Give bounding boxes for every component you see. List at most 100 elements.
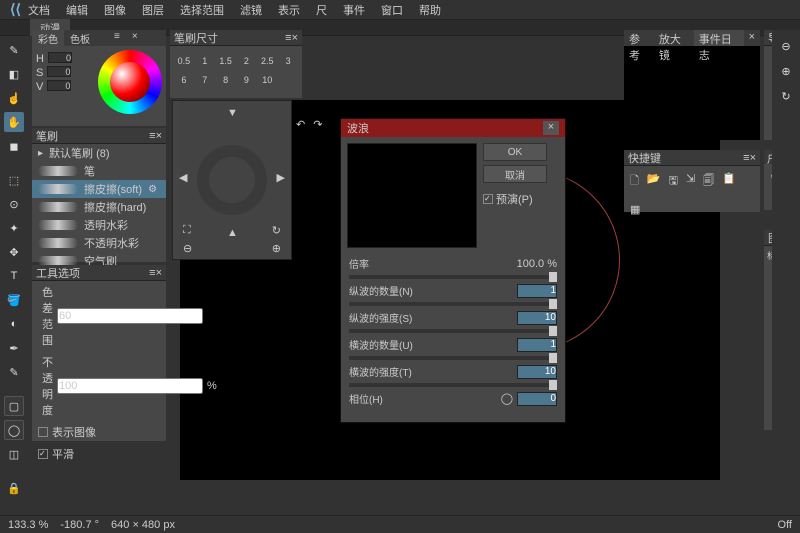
brush-item[interactable]: 笔 bbox=[32, 162, 166, 180]
fuzziness-input[interactable] bbox=[57, 308, 203, 324]
close-icon[interactable]: × bbox=[292, 32, 298, 44]
hand-tool-icon[interactable]: ✋ bbox=[4, 112, 24, 132]
tab-event-log[interactable]: 事件日志 bbox=[694, 30, 744, 46]
menu-help[interactable]: 帮助 bbox=[411, 2, 449, 18]
close-icon[interactable]: × bbox=[543, 121, 559, 135]
fill-tool-icon[interactable]: 🪣 bbox=[4, 290, 24, 310]
event-log-body bbox=[624, 46, 760, 140]
lock-icon[interactable]: 🔒 bbox=[4, 478, 24, 498]
nav-ring[interactable] bbox=[197, 145, 267, 215]
tab-color[interactable]: 彩色 bbox=[32, 30, 64, 46]
phase-dial-icon[interactable]: ◯ bbox=[501, 392, 513, 405]
export-icon[interactable]: ⇲ bbox=[686, 172, 695, 191]
s-label: S bbox=[36, 66, 43, 80]
marquee-tool-icon[interactable]: ⬚ bbox=[4, 170, 24, 190]
vlen-input[interactable] bbox=[517, 311, 557, 325]
smudge-tool-icon[interactable]: ☝ bbox=[4, 88, 24, 108]
nav-up-icon[interactable]: ▼ bbox=[227, 107, 238, 119]
tab-magnifier[interactable]: 放大镜 bbox=[654, 30, 694, 46]
hcount-slider[interactable] bbox=[349, 356, 557, 360]
nav-fit-icon[interactable]: ⛶ bbox=[183, 224, 191, 237]
right-toolbar: ⊖ ⊕ ↻ bbox=[772, 30, 800, 500]
zoom-out-icon[interactable]: ⊖ bbox=[183, 242, 192, 255]
zoom-in-icon[interactable]: ⊕ bbox=[272, 242, 281, 255]
tab-swatches[interactable]: 色板 bbox=[64, 30, 96, 46]
menu-window[interactable]: 窗口 bbox=[373, 2, 411, 18]
undo-icon[interactable]: ↶ bbox=[296, 118, 305, 131]
color-wheel[interactable] bbox=[98, 50, 162, 114]
vcount-input[interactable] bbox=[517, 284, 557, 298]
close-icon[interactable]: × bbox=[744, 30, 760, 46]
lasso-tool-icon[interactable]: ⊙ bbox=[4, 194, 24, 214]
zoom-out-icon[interactable]: ⊖ bbox=[776, 36, 796, 56]
app-logo: ⟨⟨ bbox=[2, 1, 29, 18]
hcount-input[interactable] bbox=[517, 338, 557, 352]
open-file-icon[interactable]: 📂 bbox=[647, 172, 661, 191]
menu-filter[interactable]: 滤镜 bbox=[232, 2, 270, 18]
menu-event[interactable]: 事件 bbox=[335, 2, 373, 18]
brush-preset-header[interactable]: ▸ 默认笔刷 (8) bbox=[32, 144, 166, 162]
fg-bg-swatch[interactable]: ◼ bbox=[4, 136, 24, 156]
phase-input[interactable] bbox=[517, 392, 557, 406]
brush-size-grid[interactable]: 0.511.522.53 678910 bbox=[170, 46, 302, 95]
scale-slider[interactable] bbox=[349, 275, 557, 279]
close-icon[interactable]: × bbox=[156, 130, 162, 142]
brush-item[interactable]: 不透明水彩 bbox=[32, 234, 166, 252]
wand-tool-icon[interactable]: ✦ bbox=[4, 218, 24, 238]
paste-icon[interactable]: 📋 bbox=[722, 172, 736, 191]
vcount-slider[interactable] bbox=[349, 302, 557, 306]
tab-reference[interactable]: 参考 bbox=[624, 30, 654, 46]
new-file-icon[interactable]: 🗋 bbox=[630, 172, 639, 191]
menu-ruler[interactable]: 尺 bbox=[308, 2, 335, 18]
wave-dialog: 波浪× OK 取消 预演(P) 倍率100.0 % 纵波的数量(N) 纵波的强度… bbox=[340, 118, 566, 423]
tool-opts-title: 工具选项 bbox=[36, 265, 80, 281]
move-tool-icon[interactable]: ✥ bbox=[4, 242, 24, 262]
menu-layer[interactable]: 图层 bbox=[134, 2, 172, 18]
close-icon[interactable]: × bbox=[156, 267, 162, 279]
pen-tool-icon[interactable]: ✒ bbox=[4, 338, 24, 358]
navigator-popup[interactable]: ◀ ▶ ▼ ▲ ⛶ ↻ ⊖ ⊕ bbox=[172, 100, 292, 260]
zoom-in-icon[interactable]: ⊕ bbox=[776, 61, 796, 81]
nav-down-icon[interactable]: ▲ bbox=[227, 227, 238, 239]
eyedropper-tool-icon[interactable]: ✎ bbox=[4, 362, 24, 382]
nav-right-icon[interactable]: ▶ bbox=[277, 171, 285, 184]
save-icon[interactable]: 🖫 bbox=[669, 172, 678, 191]
gradient-tool-icon[interactable]: ◐ bbox=[4, 314, 24, 334]
vlen-slider[interactable] bbox=[349, 329, 557, 333]
crop-tool-icon[interactable]: ◫ bbox=[4, 444, 24, 464]
preview-checkbox[interactable] bbox=[483, 194, 493, 204]
shape-rect-icon[interactable]: ▢ bbox=[4, 396, 24, 416]
v-input[interactable] bbox=[47, 80, 71, 91]
brush-item[interactable]: 透明水彩 bbox=[32, 216, 166, 234]
panel-menu-icon[interactable]: ≡ bbox=[108, 30, 126, 46]
rotate-icon[interactable]: ↻ bbox=[776, 86, 796, 106]
close-icon[interactable]: × bbox=[750, 152, 756, 164]
show-image-checkbox[interactable] bbox=[38, 427, 48, 437]
close-icon[interactable]: × bbox=[126, 30, 144, 46]
opacity-input[interactable] bbox=[57, 378, 203, 394]
cancel-button[interactable]: 取消 bbox=[483, 165, 547, 183]
text-tool-icon[interactable]: T bbox=[4, 266, 24, 286]
menu-edit[interactable]: 编辑 bbox=[58, 2, 96, 18]
eraser-tool-icon[interactable]: ◧ bbox=[4, 64, 24, 84]
copy-icon[interactable]: 🗐 bbox=[703, 172, 714, 191]
brush-item[interactable]: 擦皮擦(soft) ⚙ bbox=[32, 180, 166, 198]
shortcuts-panel: 快捷键≡× 🗋 📂 🖫 ⇲ 🗐 📋 ▦ bbox=[624, 150, 760, 212]
grid-icon[interactable]: ▦ bbox=[630, 203, 640, 216]
reference-panel: 参考 放大镜 事件日志 × bbox=[624, 30, 760, 140]
shape-circle-icon[interactable]: ◯ bbox=[4, 420, 24, 440]
hlen-input[interactable] bbox=[517, 365, 557, 379]
menu-view[interactable]: 表示 bbox=[270, 2, 308, 18]
smooth-checkbox[interactable] bbox=[38, 449, 48, 459]
menu-image[interactable]: 图像 bbox=[96, 2, 134, 18]
hlen-slider[interactable] bbox=[349, 383, 557, 387]
h-input[interactable] bbox=[48, 52, 72, 63]
menu-select[interactable]: 选择范围 bbox=[172, 2, 232, 18]
ok-button[interactable]: OK bbox=[483, 143, 547, 161]
nav-rotate-icon[interactable]: ↻ bbox=[272, 224, 281, 237]
brush-item[interactable]: 擦皮擦(hard) bbox=[32, 198, 166, 216]
nav-left-icon[interactable]: ◀ bbox=[179, 171, 187, 184]
redo-icon[interactable]: ↷ bbox=[313, 118, 322, 131]
s-input[interactable] bbox=[47, 66, 71, 77]
brush-tool-icon[interactable]: ✎ bbox=[4, 40, 24, 60]
